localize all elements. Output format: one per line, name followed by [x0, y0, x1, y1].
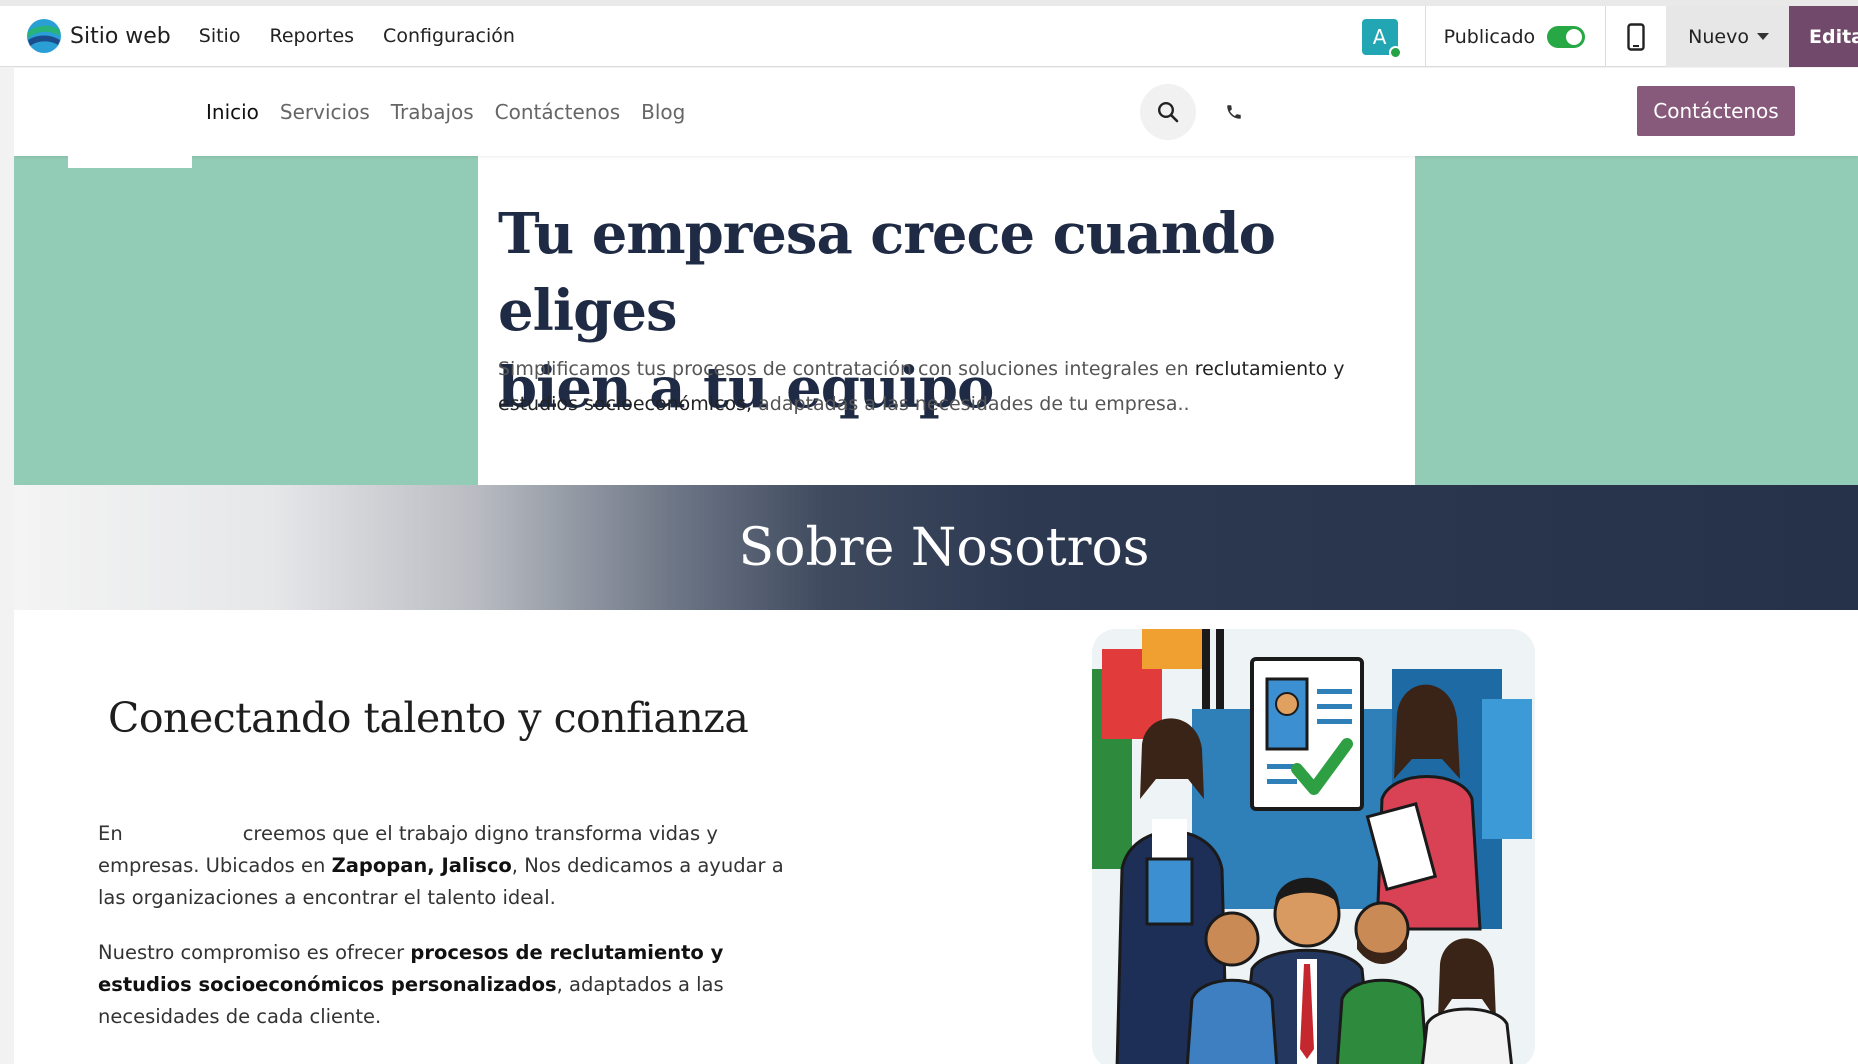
hero-text-part-2: adaptadas a las necesidades de tu empres… — [752, 393, 1190, 415]
about-p1-part-a: En — [98, 822, 123, 845]
user-avatar[interactable]: A — [1361, 18, 1402, 59]
phone-icon — [1227, 105, 1241, 119]
about-banner: Sobre Nosotros — [14, 485, 1858, 610]
nav-link-blog[interactable]: Blog — [641, 100, 685, 124]
admin-menu: Sitio Reportes Configuración — [199, 25, 544, 47]
header-contact-button[interactable]: Contáctenos — [1637, 86, 1795, 136]
edit-label: Editar — [1809, 25, 1858, 48]
team-illustration[interactable] — [1092, 629, 1535, 1064]
hero-section: Tu empresa crece cuando eliges bien a tu… — [14, 156, 1858, 485]
app-brand[interactable]: Sitio web — [26, 6, 171, 66]
admin-right-controls: A Publicado Nuevo Editar — [1361, 6, 1858, 67]
publish-toggle-group[interactable]: Publicado — [1426, 6, 1606, 67]
mobile-preview-icon — [1627, 22, 1645, 51]
avatar-letter: A — [1372, 24, 1387, 49]
new-content-button[interactable]: Nuevo — [1666, 6, 1789, 67]
nav-link-servicios[interactable]: Servicios — [280, 100, 370, 124]
about-p1-location: Zapopan, Jalisco — [331, 854, 512, 877]
nav-link-inicio[interactable]: Inicio — [206, 100, 259, 124]
new-content-label: Nuevo — [1688, 25, 1749, 48]
published-toggle[interactable] — [1547, 25, 1586, 48]
hero-card: Tu empresa crece cuando eliges bien a tu… — [478, 156, 1415, 485]
site-nav: Inicio Servicios Trabajos Contáctenos Bl… — [206, 68, 706, 156]
hero-title-line-1: Tu empresa crece cuando eliges — [498, 201, 1276, 344]
about-p2-part-a: Nuestro compromiso es ofrecer — [98, 941, 411, 964]
nav-link-contactenos[interactable]: Contáctenos — [495, 100, 620, 124]
about-paragraph-1: En creemos que el trabajo digno transform… — [98, 818, 798, 914]
odoo-website-logo — [27, 19, 61, 53]
site-header: Inicio Servicios Trabajos Contáctenos Bl… — [14, 68, 1858, 156]
edit-button[interactable]: Editar — [1789, 6, 1858, 67]
website-page: Inicio Servicios Trabajos Contáctenos Bl… — [14, 68, 1858, 1064]
search-button[interactable] — [1140, 84, 1196, 140]
admin-menu-sitio[interactable]: Sitio — [199, 25, 241, 47]
admin-menu-reportes[interactable]: Reportes — [269, 25, 354, 47]
admin-top-bar: Sitio web Sitio Reportes Configuración A… — [0, 0, 1858, 67]
nav-link-trabajos[interactable]: Trabajos — [391, 100, 474, 124]
caret-down-icon — [1757, 33, 1769, 40]
mobile-preview-button[interactable] — [1606, 6, 1666, 67]
about-heading: Conectando talento y confianza — [108, 694, 749, 742]
hero-text-part-1: Simplificamos tus procesos de contrataci… — [498, 358, 1195, 380]
about-paragraph-2: Nuestro compromiso es ofrecer procesos d… — [98, 937, 798, 1033]
hero-description: Simplificamos tus procesos de contrataci… — [498, 352, 1378, 422]
published-label: Publicado — [1443, 25, 1536, 48]
admin-menu-configuracion[interactable]: Configuración — [383, 25, 515, 47]
app-brand-label: Sitio web — [70, 23, 171, 49]
phone-button[interactable] — [1218, 96, 1250, 128]
search-icon — [1157, 101, 1179, 123]
about-banner-title: Sobre Nosotros — [738, 517, 1150, 578]
team-illustration-graphic — [1092, 629, 1535, 1064]
site-logo-placeholder[interactable] — [68, 154, 192, 168]
online-status-dot — [1388, 45, 1402, 59]
